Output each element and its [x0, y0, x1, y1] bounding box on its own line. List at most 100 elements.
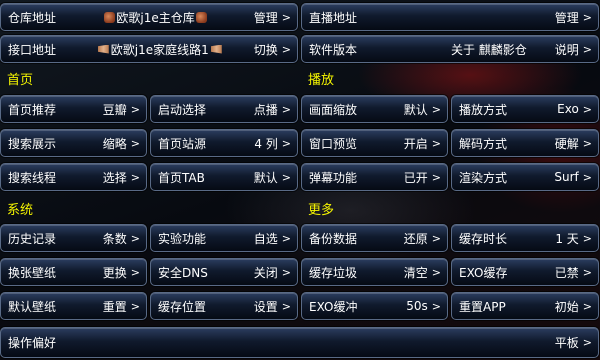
item-label: 首页站源	[158, 136, 207, 151]
version-action: 说明	[554, 42, 579, 57]
play-item-player[interactable]: 播放方式 Exo >	[451, 95, 599, 123]
item-label: 历史记录	[8, 231, 57, 246]
repo-address-label: 仓库地址	[8, 10, 57, 25]
system-item-experimental[interactable]: 实验功能 自选 >	[150, 224, 298, 252]
more-item-exo-buffer[interactable]: EXO缓冲 50s >	[301, 292, 448, 320]
section-more: 更多	[308, 202, 335, 218]
item-value: 已禁	[554, 265, 579, 280]
api-address-value: 欧歌j1e家庭线路1 切换	[56, 41, 282, 58]
chevron-right-icon: >	[431, 136, 441, 150]
repo-icon-right	[195, 11, 207, 23]
item-label: 播放方式	[459, 102, 508, 117]
item-value: 条数	[102, 231, 127, 246]
item-value: 关闭	[253, 265, 278, 280]
system-item-cache-location[interactable]: 缓存位置 设置 >	[150, 292, 298, 320]
play-item-preview[interactable]: 窗口预览 开启 >	[301, 129, 448, 157]
item-value: 豆瓣	[102, 102, 127, 117]
item-label: 实验功能	[158, 231, 207, 246]
home-item-recommend[interactable]: 首页推荐 豆瓣 >	[0, 95, 147, 123]
chevron-right-icon: >	[130, 170, 140, 184]
play-item-scale[interactable]: 画面缩放 默认 >	[301, 95, 448, 123]
chevron-right-icon: >	[281, 102, 291, 116]
item-value: 选择	[102, 170, 127, 185]
item-label: 画面缩放	[309, 102, 358, 117]
system-item-history[interactable]: 历史记录 条数 >	[0, 224, 147, 252]
version-button[interactable]: 软件版本 关于 麒麟影仓 说明 >	[301, 35, 599, 63]
system-item-dns[interactable]: 安全DNS 关闭 >	[150, 258, 298, 286]
system-item-wallpaper[interactable]: 换张壁纸 更换 >	[0, 258, 147, 286]
api-action: 切换	[253, 42, 278, 57]
chevron-right-icon: >	[582, 299, 592, 313]
chevron-right-icon: >	[582, 231, 592, 245]
chevron-right-icon: >	[582, 136, 592, 150]
api-address-label: 接口地址	[8, 42, 57, 57]
home-item-search-thread[interactable]: 搜索线程 选择 >	[0, 163, 147, 191]
item-value: 4 列	[254, 136, 278, 151]
item-value: 初始	[554, 299, 579, 314]
version-value: 关于 麒麟影仓 说明	[450, 42, 579, 57]
home-item-startup[interactable]: 启动选择 点播 >	[150, 95, 298, 123]
chevron-right-icon: >	[431, 299, 441, 313]
play-item-render[interactable]: 渲染方式 Surf >	[451, 163, 599, 191]
item-value: 默认	[403, 102, 428, 117]
item-value: Surf	[554, 170, 579, 184]
section-play: 播放	[308, 72, 335, 88]
item-value: 重置	[102, 299, 127, 314]
item-value: Exo	[557, 102, 579, 116]
item-label: 搜索展示	[8, 136, 57, 151]
operation-preference-button[interactable]: 操作偏好 平板 >	[0, 327, 599, 358]
system-item-default-wallpaper[interactable]: 默认壁纸 重置 >	[0, 292, 147, 320]
repo-icon-left	[104, 11, 116, 23]
more-item-exo-cache[interactable]: EXO缓存 已禁 >	[451, 258, 599, 286]
line-icon-left	[97, 44, 109, 54]
chevron-right-icon: >	[431, 102, 441, 116]
operation-preference-value: 平板	[554, 336, 579, 350]
repo-address-button[interactable]: 仓库地址 欧歌j1e主仓库 管理 >	[0, 3, 298, 31]
live-address-label: 直播地址	[309, 10, 358, 25]
chevron-right-icon: >	[582, 10, 592, 24]
item-value: 自选	[253, 231, 278, 246]
chevron-right-icon: >	[281, 170, 291, 184]
more-item-cache-junk[interactable]: 缓存垃圾 清空 >	[301, 258, 448, 286]
chevron-right-icon: >	[582, 336, 592, 349]
item-label: 首页推荐	[8, 102, 57, 117]
item-value: 1 天	[555, 231, 579, 246]
item-value: 点播	[253, 102, 278, 117]
chevron-right-icon: >	[130, 265, 140, 279]
chevron-right-icon: >	[130, 299, 140, 313]
item-label: 备份数据	[309, 231, 358, 246]
more-item-cache-duration[interactable]: 缓存时长 1 天 >	[451, 224, 599, 252]
chevron-right-icon: >	[281, 42, 291, 56]
chevron-right-icon: >	[582, 170, 592, 184]
item-value: 已开	[403, 170, 428, 185]
play-item-danmaku[interactable]: 弹幕功能 已开 >	[301, 163, 448, 191]
item-label: 首页TAB	[158, 170, 205, 185]
item-label: 换张壁纸	[8, 265, 57, 280]
more-item-reset-app[interactable]: 重置APP 初始 >	[451, 292, 599, 320]
live-address-button[interactable]: 直播地址 管理 >	[301, 3, 599, 31]
play-item-decode[interactable]: 解码方式 硬解 >	[451, 129, 599, 157]
home-item-tab[interactable]: 首页TAB 默认 >	[150, 163, 298, 191]
item-label: 缓存位置	[158, 299, 207, 314]
chevron-right-icon: >	[431, 170, 441, 184]
home-item-source[interactable]: 首页站源 4 列 >	[150, 129, 298, 157]
chevron-right-icon: >	[281, 10, 291, 24]
more-item-backup[interactable]: 备份数据 还原 >	[301, 224, 448, 252]
item-label: 弹幕功能	[309, 170, 358, 185]
item-label: EXO缓存	[459, 265, 508, 280]
item-label: 窗口预览	[309, 136, 358, 151]
item-value: 缩略	[102, 136, 127, 151]
item-label: 重置APP	[459, 299, 506, 314]
item-label: 安全DNS	[158, 265, 208, 280]
api-address-button[interactable]: 接口地址 欧歌j1e家庭线路1 切换 >	[0, 35, 298, 63]
operation-preference-label: 操作偏好	[8, 336, 57, 350]
chevron-right-icon: >	[431, 231, 441, 245]
home-item-search-display[interactable]: 搜索展示 缩略 >	[0, 129, 147, 157]
chevron-right-icon: >	[582, 42, 592, 56]
repo-address-value: 欧歌j1e主仓库 管理	[56, 9, 282, 26]
chevron-right-icon: >	[281, 265, 291, 279]
item-label: 渲染方式	[459, 170, 508, 185]
chevron-right-icon: >	[431, 265, 441, 279]
item-label: 启动选择	[158, 102, 207, 117]
section-home: 首页	[7, 72, 34, 88]
